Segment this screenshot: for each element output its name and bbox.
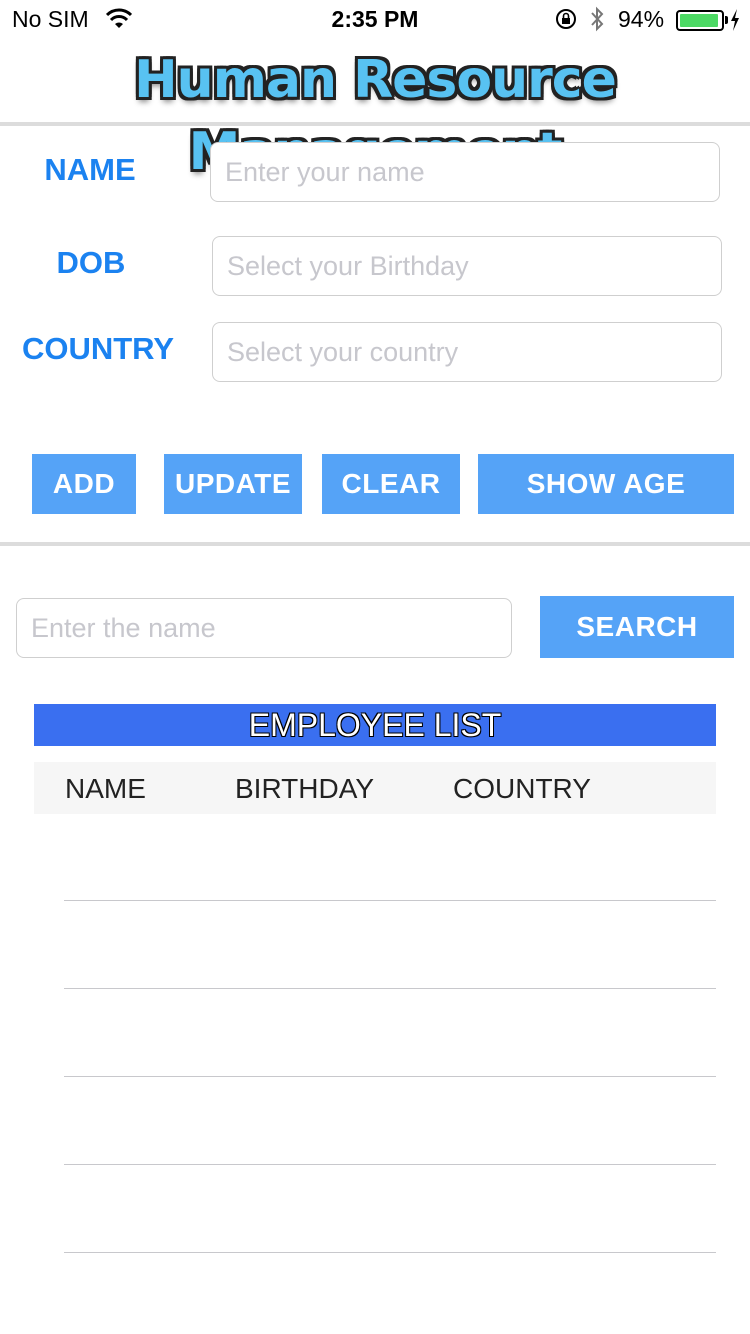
show-age-button[interactable]: SHOW AGE — [478, 454, 734, 514]
battery-icon — [676, 10, 724, 31]
name-input[interactable] — [210, 142, 720, 202]
employee-list-title: EMPLOYEE LIST — [34, 704, 716, 746]
search-input[interactable] — [16, 598, 512, 658]
app-banner: Human Resource Management — [0, 44, 750, 182]
battery-percentage: 94% — [618, 6, 665, 32]
column-header-birthday: BIRTHDAY — [235, 773, 374, 804]
column-header-name: NAME — [65, 773, 146, 804]
middle-divider — [0, 542, 750, 546]
employee-list-header: NAME BIRTHDAY COUNTRY — [34, 762, 716, 814]
clear-button[interactable]: CLEAR — [322, 454, 460, 514]
add-button[interactable]: ADD — [32, 454, 136, 514]
battery-tip — [725, 16, 728, 24]
row-separator — [64, 1164, 716, 1165]
bluetooth-icon — [591, 6, 604, 32]
row-separator — [64, 900, 716, 901]
update-button[interactable]: UPDATE — [164, 454, 302, 514]
charging-bolt-icon — [731, 9, 739, 31]
status-bar: No SIM 2:35 PM 94% — [0, 0, 750, 40]
column-header-country: COUNTRY — [453, 773, 591, 804]
name-label: NAME — [44, 152, 136, 187]
search-button[interactable]: SEARCH — [540, 596, 734, 658]
dob-label: DOB — [56, 245, 126, 280]
dob-input[interactable] — [212, 236, 722, 296]
row-separator — [64, 1076, 716, 1077]
row-separator — [64, 988, 716, 989]
top-divider — [0, 122, 750, 126]
orientation-lock-icon — [556, 9, 576, 29]
country-label: COUNTRY — [21, 331, 175, 366]
row-separator — [64, 1252, 716, 1253]
country-input[interactable] — [212, 322, 722, 382]
